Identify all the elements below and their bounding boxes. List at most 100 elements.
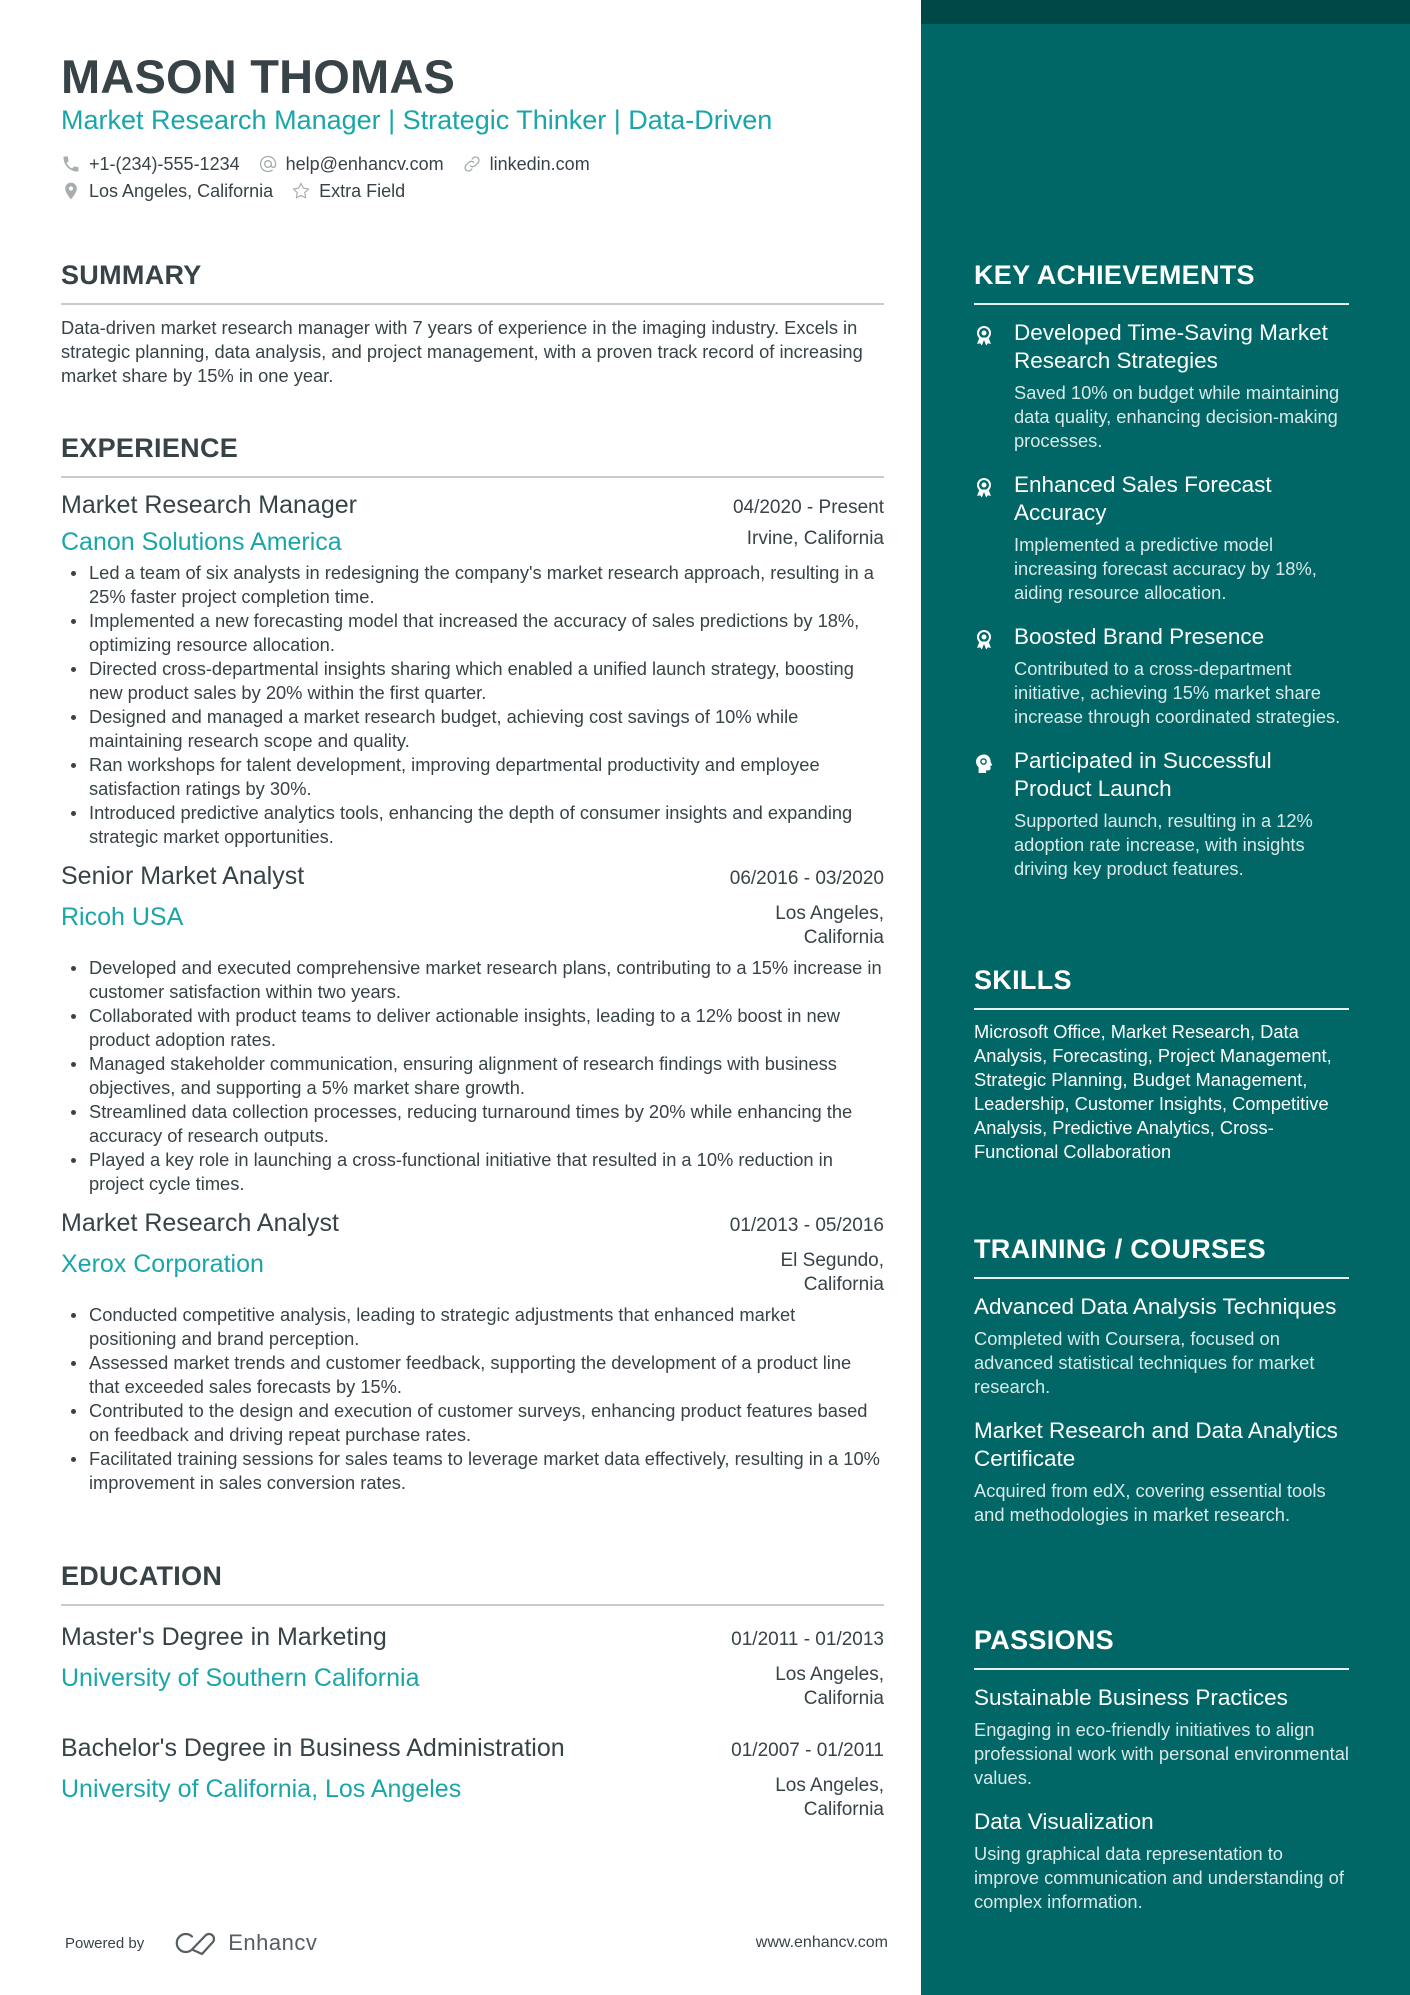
brand-name: Enhancv xyxy=(228,1930,318,1955)
passion-title: Data Visualization xyxy=(974,1809,1154,1834)
training-desc: Acquired from edX, covering essential to… xyxy=(974,1480,1326,1525)
passions-section: PASSIONS Sustainable Business Practices … xyxy=(974,1624,1349,1914)
job-company: Ricoh USA xyxy=(61,903,184,931)
skills-section: SKILLS Microsoft Office, Market Research… xyxy=(974,964,1349,1164)
link-icon xyxy=(464,156,480,172)
enhancv-brand[interactable]: Enhancv xyxy=(172,1930,317,1956)
at-icon xyxy=(259,155,276,173)
bullet-item: Contributed to the design and execution … xyxy=(61,1399,884,1447)
phone-text: +1-(234)-555-1234 xyxy=(89,153,240,174)
achievement-desc: Supported launch, resulting in a 12% ado… xyxy=(1014,810,1313,879)
training-title: Advanced Data Analysis Techniques xyxy=(974,1294,1337,1319)
candidate-name: MASON THOMAS xyxy=(61,50,456,103)
achievement-title: Boosted Brand Presence xyxy=(1014,624,1265,649)
award-icon xyxy=(977,630,991,650)
award-icon xyxy=(977,478,991,498)
extra-field-text: Extra Field xyxy=(319,180,406,201)
degree: Master's Degree in Marketing xyxy=(61,1623,387,1651)
bullet-item: Directed cross-departmental insights sha… xyxy=(61,657,884,705)
training-item: Market Research and Data Analytics Certi… xyxy=(974,1417,1349,1527)
section-divider xyxy=(974,303,1349,305)
contact-link[interactable]: linkedin.com xyxy=(462,154,590,175)
bullet-item: Implemented a new forecasting model that… xyxy=(61,609,884,657)
bullet-item: Led a team of six analysts in redesignin… xyxy=(61,561,884,609)
bullet-item: Introduced predictive analytics tools, e… xyxy=(61,801,884,849)
section-divider xyxy=(974,1008,1349,1010)
section-title: TRAINING / COURSES xyxy=(974,1234,1266,1264)
achievements-section: KEY ACHIEVEMENTS Developed Time-Saving M… xyxy=(974,259,1349,881)
section-divider xyxy=(974,1668,1349,1670)
star-icon xyxy=(292,182,310,199)
contact-row: +1-(234)-555-1234 help@enhancv.com linke… xyxy=(61,152,608,176)
bullet-item: Designed and managed a market research b… xyxy=(61,705,884,753)
email-text: help@enhancv.com xyxy=(285,153,444,174)
bullet-item: Developed and executed comprehensive mar… xyxy=(61,956,884,1004)
education-entry: Master's Degree in Marketing 01/2011 - 0… xyxy=(61,1620,884,1711)
job-location: El Segundo, California xyxy=(780,1250,884,1295)
section-title: SUMMARY xyxy=(61,260,202,290)
contact-location: Los Angeles, California xyxy=(61,181,273,202)
section-divider xyxy=(974,1277,1349,1279)
bullet-item: Assessed market trends and customer feed… xyxy=(61,1351,884,1399)
job-location: Los Angeles, California xyxy=(775,903,884,948)
phone-icon xyxy=(63,156,79,172)
school: University of California, Los Angeles xyxy=(61,1775,462,1803)
location-pin-icon xyxy=(65,182,77,200)
achievement-desc: Contributed to a cross-department initia… xyxy=(1014,658,1341,727)
passion-item: Sustainable Business Practices Engaging … xyxy=(974,1684,1349,1790)
section-title: EXPERIENCE xyxy=(61,433,239,463)
training-item: Advanced Data Analysis Techniques Comple… xyxy=(974,1293,1349,1399)
training-section: TRAINING / COURSES Advanced Data Analysi… xyxy=(974,1233,1349,1527)
job-date: 06/2016 - 03/2020 xyxy=(729,868,884,889)
job-date: 01/2013 - 05/2016 xyxy=(729,1215,884,1236)
bullet-item: Collaborated with product teams to deliv… xyxy=(61,1004,884,1052)
job-location: Irvine, California xyxy=(746,528,884,549)
training-title: Market Research and Data Analytics Certi… xyxy=(974,1418,1338,1471)
bullet-item: Streamlined data collection processes, r… xyxy=(61,1100,884,1148)
job-company: Xerox Corporation xyxy=(61,1250,264,1278)
section-title: EDUCATION xyxy=(61,1561,223,1591)
bullet-item: Managed stakeholder communication, ensur… xyxy=(61,1052,884,1100)
achievement-title: Enhanced Sales Forecast Accuracy xyxy=(1014,472,1272,525)
job-date: 04/2020 - Present xyxy=(732,497,884,518)
contact-email[interactable]: help@enhancv.com xyxy=(258,154,444,175)
education-location: Los Angeles, California xyxy=(775,1664,884,1709)
education-date: 01/2011 - 01/2013 xyxy=(731,1629,884,1650)
contact-phone[interactable]: +1-(234)-555-1234 xyxy=(61,154,240,175)
website-link[interactable]: www.enhancv.com xyxy=(756,1934,888,1952)
education-date: 01/2007 - 01/2011 xyxy=(731,1740,884,1761)
powered-by-label: Powered by xyxy=(65,1934,145,1952)
section-title: SKILLS xyxy=(974,965,1072,995)
skills-list: Microsoft Office, Market Research, Data … xyxy=(974,1021,1332,1162)
contact-extra: Extra Field xyxy=(291,181,405,202)
passion-title: Sustainable Business Practices xyxy=(974,1685,1288,1710)
link-text: linkedin.com xyxy=(489,153,590,174)
location-text: Los Angeles, California xyxy=(89,180,274,201)
passion-item: Data Visualization Using graphical data … xyxy=(974,1808,1349,1914)
section-divider xyxy=(61,476,884,478)
achievement-desc: Implemented a predictive model increasin… xyxy=(1014,534,1317,603)
sidebar: KEY ACHIEVEMENTS Developed Time-Saving M… xyxy=(921,0,1410,1995)
job-title: Market Research Manager xyxy=(61,491,357,519)
summary-text: Data-driven market research manager with… xyxy=(61,317,863,386)
section-title: KEY ACHIEVEMENTS xyxy=(974,260,1255,290)
education-entry: Bachelor's Degree in Business Administra… xyxy=(61,1731,884,1822)
section-divider xyxy=(61,1604,884,1606)
bullet-item: Played a key role in launching a cross-f… xyxy=(61,1148,884,1196)
enhancv-logo-icon xyxy=(175,1932,216,1956)
job-title: Senior Market Analyst xyxy=(61,862,305,890)
award-icon xyxy=(977,326,991,346)
bullet-item: Ran workshops for talent development, im… xyxy=(61,753,884,801)
summary-section: SUMMARY Data-driven market research mana… xyxy=(61,259,884,388)
bullet-item: Conducted competitive analysis, leading … xyxy=(61,1303,884,1351)
footer: Powered by Enhancv www.enhancv.com xyxy=(65,1930,888,1956)
degree: Bachelor's Degree in Business Administra… xyxy=(61,1734,565,1762)
job-entry: Market Research Manager 04/2020 - Presen… xyxy=(61,488,884,849)
job-entry: Market Research Analyst 01/2013 - 05/201… xyxy=(61,1206,884,1495)
education-location: Los Angeles, California xyxy=(775,1775,884,1820)
achievement-item: Boosted Brand Presence Contributed to a … xyxy=(974,623,1349,729)
achievement-title: Developed Time-Saving Market Research St… xyxy=(1014,320,1328,373)
candidate-tagline: Market Research Manager | Strategic Thin… xyxy=(61,105,773,135)
section-divider xyxy=(61,303,884,305)
section-title: PASSIONS xyxy=(974,1625,1114,1655)
